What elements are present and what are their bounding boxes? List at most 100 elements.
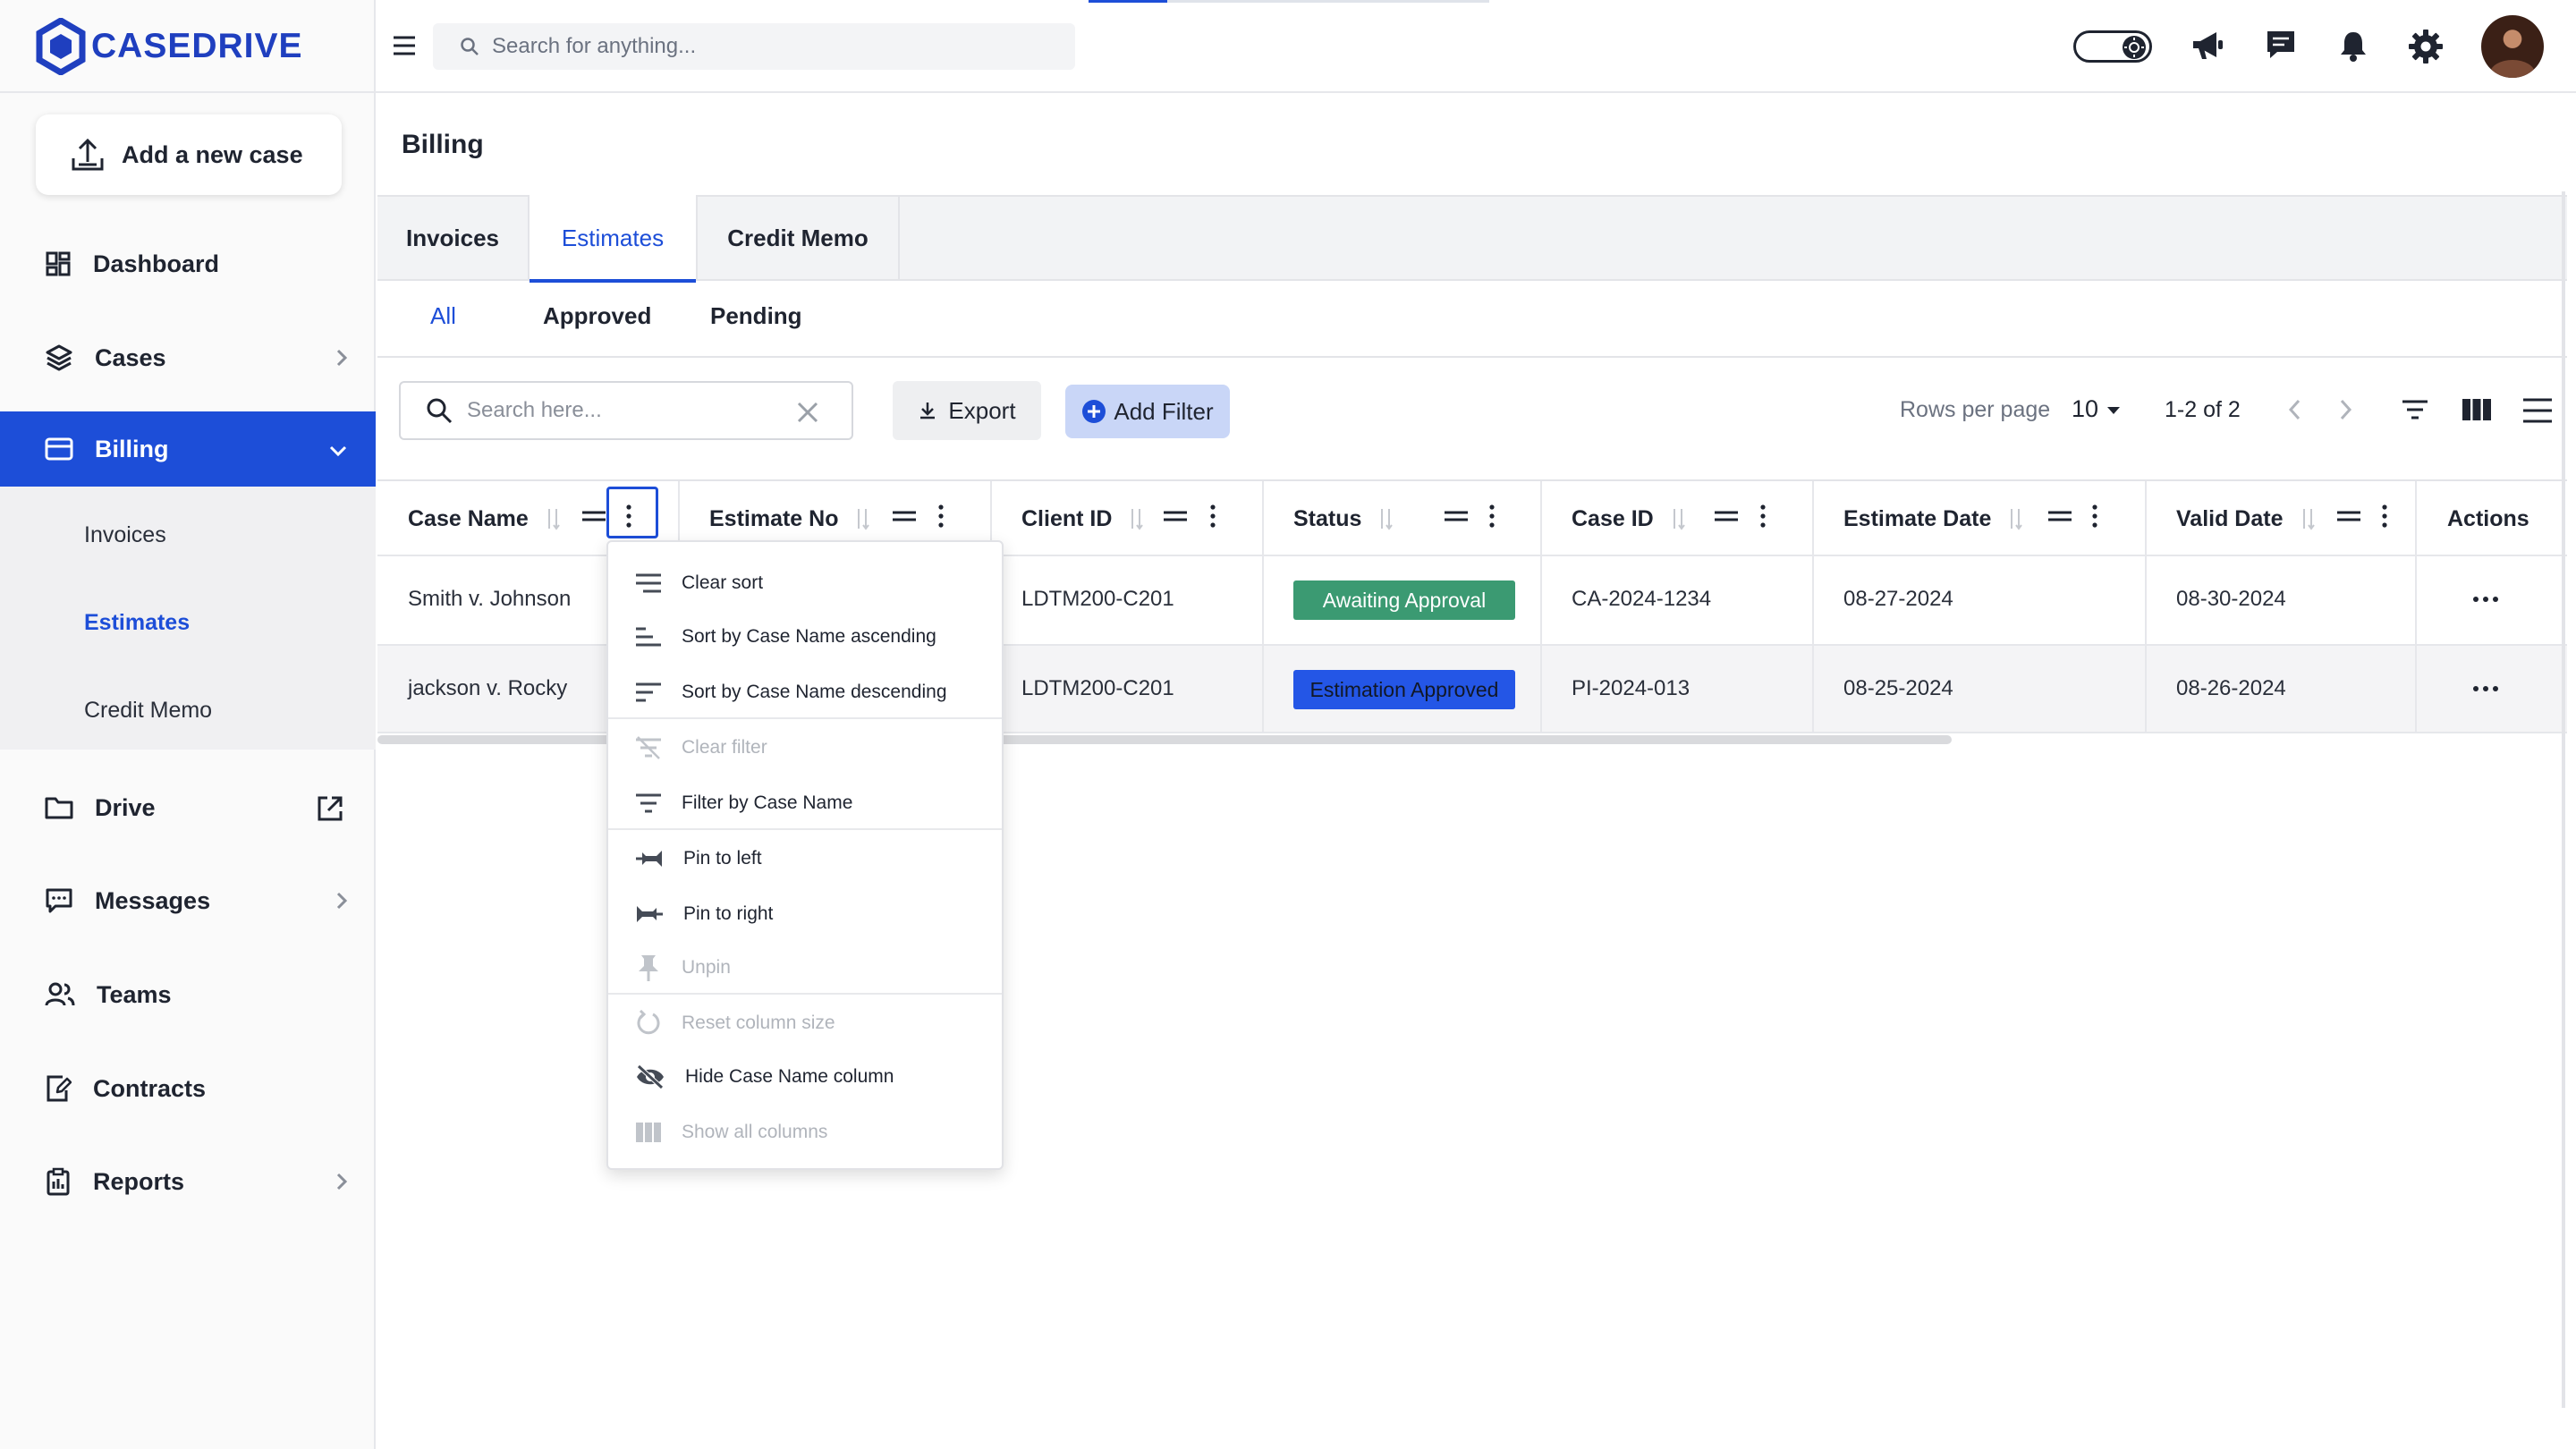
kebab-menu-icon[interactable] [2379,503,2390,530]
sidebar-subitem-invoices[interactable]: Invoices [84,522,166,548]
column-divider [1540,481,1542,732]
menu-item-label: Filter by Case Name [682,792,853,813]
chat-icon[interactable] [2265,29,2297,63]
sidebar-item-drive[interactable]: Drive [0,770,376,845]
dashboard-icon [46,251,71,276]
menu-item-pin-left[interactable]: Pin to left [608,832,1002,886]
add-new-case-label: Add a new case [122,140,303,168]
upload-icon [72,138,104,171]
sort-icon[interactable] [1128,507,1144,530]
global-search-placeholder: Search for anything... [492,34,697,58]
notification-bell-icon[interactable] [2338,29,2368,63]
search-icon [427,398,453,424]
columns-icon[interactable] [2462,397,2492,422]
subtab-pending[interactable]: Pending [710,302,802,330]
more-horizontal-icon[interactable] [2472,684,2499,693]
add-new-case-button[interactable]: Add a new case [36,114,342,195]
sidebar-item-dashboard[interactable]: Dashboard [0,226,376,301]
column-header-client-id[interactable]: Client ID [1021,481,1144,556]
filter-lines-icon[interactable] [2401,399,2429,420]
tab-estimates[interactable]: Estimates [528,195,698,283]
settings-gear-icon[interactable] [2408,29,2444,64]
brand-logo[interactable]: CASEDRIVE [36,16,303,77]
caret-down-icon[interactable] [2106,405,2122,416]
divider [0,91,376,93]
menu-item-label: Sort by Case Name descending [682,682,947,702]
rows-per-page-label: Rows per page [1900,397,2051,422]
pin-icon [639,955,658,981]
column-header-case-id[interactable]: Case ID [1572,481,1686,556]
menu-item-hide-column[interactable]: Hide Case Name column [608,1050,1002,1104]
drag-handle-icon[interactable] [581,510,606,522]
sidebar-item-messages[interactable]: Messages [0,863,376,938]
chevron-right-icon [336,892,348,910]
tab-invoices[interactable]: Invoices [377,195,528,281]
subtab-approved[interactable]: Approved [543,302,651,330]
cell-case-id: CA-2024-1234 [1572,587,1712,611]
kebab-menu-icon[interactable] [936,503,946,530]
drag-handle-icon[interactable] [1444,510,1469,522]
menu-item-sort-ascending[interactable]: Sort by Case Name ascending [608,610,1002,664]
drag-handle-icon[interactable] [1714,510,1739,522]
megaphone-icon[interactable] [2190,29,2225,63]
sidebar-item-label: Dashboard [93,250,220,277]
chevron-right-icon [336,1173,348,1191]
sort-icon[interactable] [1377,507,1394,530]
theme-toggle[interactable] [2073,30,2152,63]
cell-valid-date: 08-26-2024 [2176,676,2286,700]
cell-client-id: LDTM200-C201 [1021,676,1174,700]
filter-off-icon [636,736,661,759]
chevron-right-icon[interactable] [2336,397,2354,422]
table-search-input[interactable]: Search here... [399,381,853,440]
drag-handle-icon[interactable] [1163,510,1188,522]
column-header-status[interactable]: Status [1293,481,1394,556]
chevron-left-icon[interactable] [2286,397,2304,422]
sidebar-item-cases[interactable]: Cases [0,320,376,395]
density-icon[interactable] [2522,397,2553,424]
add-filter-button[interactable]: Add Filter [1065,385,1230,438]
menu-item-pin-right[interactable]: Pin to right [608,887,1002,941]
drag-handle-icon[interactable] [892,510,917,522]
subtab-all[interactable]: All [430,302,456,330]
sort-icon[interactable] [854,507,870,530]
drag-handle-icon[interactable] [2336,510,2361,522]
external-link-icon[interactable] [317,795,343,822]
hamburger-menu-icon[interactable] [392,34,417,57]
sort-icon[interactable] [1670,507,1686,530]
column-header-case-name[interactable]: Case Name [408,481,561,556]
search-icon [461,38,479,55]
more-horizontal-icon[interactable] [2472,595,2499,604]
column-header-valid-date[interactable]: Valid Date [2176,481,2316,556]
sort-icon[interactable] [2007,507,2023,530]
global-search-input[interactable]: Search for anything... [433,23,1075,70]
sidebar-item-label: Contracts [93,1074,207,1102]
drag-handle-icon[interactable] [2047,510,2072,522]
kebab-menu-icon[interactable] [1208,503,1218,530]
user-avatar[interactable] [2481,15,2544,78]
menu-item-sort-descending[interactable]: Sort by Case Name descending [608,665,1002,719]
sidebar-subitem-estimates[interactable]: Estimates [84,610,190,636]
menu-item-clear-sort[interactable]: Clear sort [608,556,1002,610]
sort-icon[interactable] [2300,507,2316,530]
kebab-menu-icon[interactable] [1487,503,1497,530]
status-badge: Awaiting Approval [1293,580,1515,620]
sidebar-item-teams[interactable]: Teams [0,957,376,1032]
sidebar-item-contracts[interactable]: Contracts [0,1051,376,1126]
menu-item-filter-by-case-name[interactable]: Filter by Case Name [608,776,1002,830]
vertical-scrollbar[interactable] [2562,191,2565,1408]
export-button[interactable]: Export [893,381,1041,440]
column-header-estimate-date[interactable]: Estimate Date [1843,481,2023,556]
kebab-menu-icon[interactable] [623,503,634,530]
sidebar-subitem-credit-memo[interactable]: Credit Memo [84,698,212,724]
clear-search-icon[interactable] [796,401,819,424]
rows-per-page-select[interactable]: 10 [2072,395,2098,423]
sidebar-item-billing[interactable]: Billing [0,411,376,487]
tab-credit-memo[interactable]: Credit Memo [698,195,900,281]
eye-off-icon [637,1064,664,1089]
sidebar-item-reports[interactable]: Reports [0,1144,376,1219]
kebab-menu-icon[interactable] [2089,503,2100,530]
column-title: Client ID [1021,505,1113,531]
kebab-menu-icon[interactable] [1758,503,1768,530]
pin-right-icon [637,906,663,922]
sort-icon[interactable] [545,507,561,530]
